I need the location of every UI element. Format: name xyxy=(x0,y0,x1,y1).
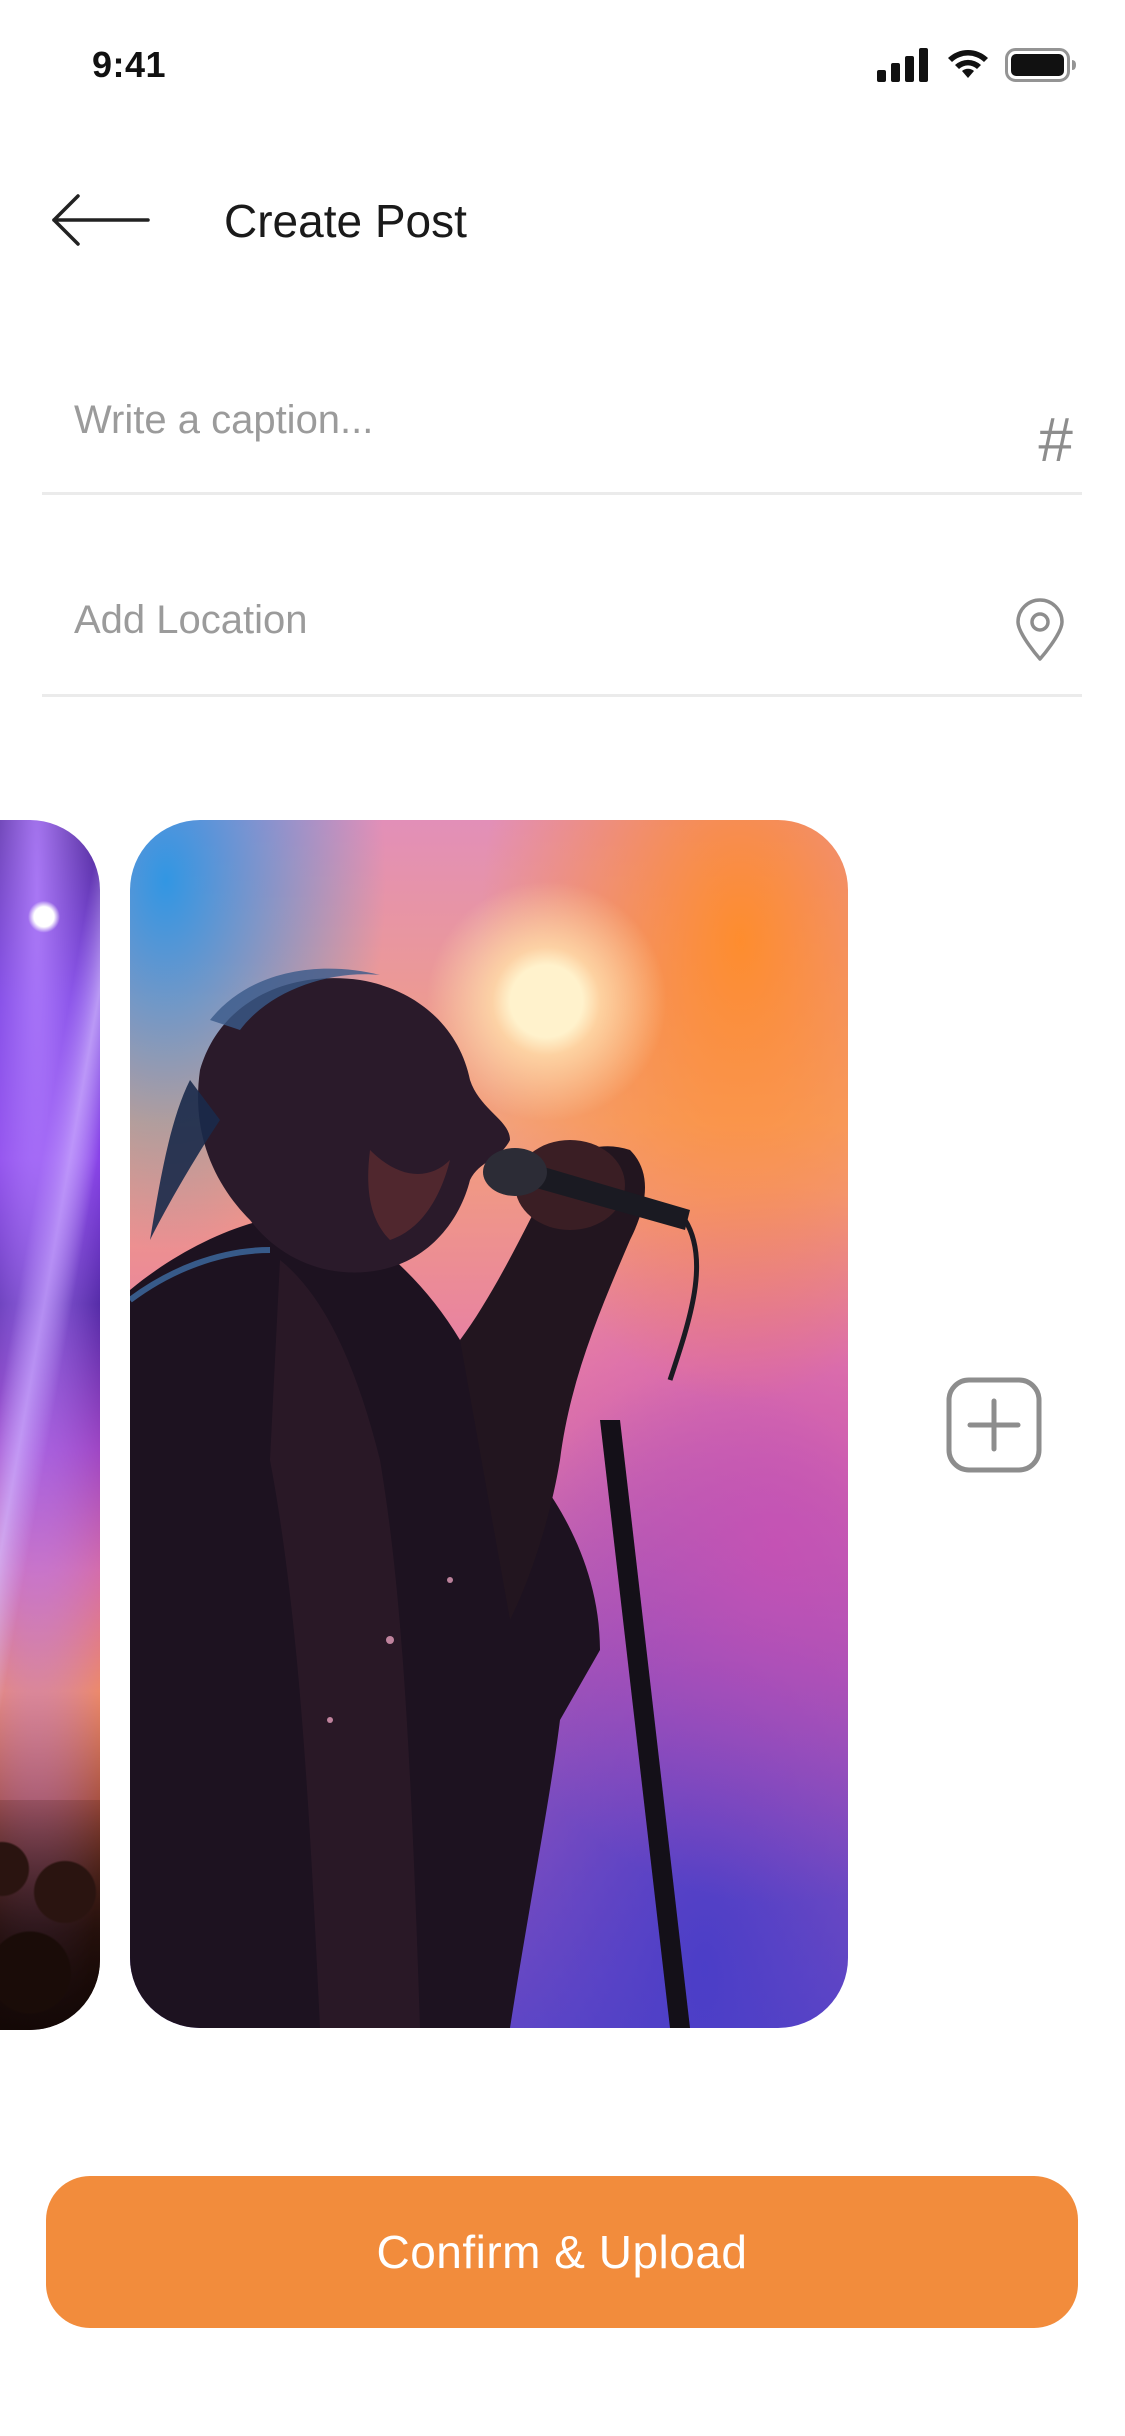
concert-crowd-photo[interactable] xyxy=(0,820,100,2030)
caption-field: # xyxy=(42,372,1082,495)
caption-input[interactable] xyxy=(74,390,954,450)
back-button[interactable] xyxy=(48,190,158,250)
location-input[interactable] xyxy=(74,590,954,650)
singer-silhouette xyxy=(130,968,700,2028)
header: Create Post xyxy=(0,170,1125,270)
status-bar: 9:41 xyxy=(0,0,1125,132)
plus-square-icon[interactable] xyxy=(946,1377,1042,1473)
page-title: Create Post xyxy=(224,195,467,247)
location-field xyxy=(42,572,1082,697)
wifi-icon xyxy=(948,50,988,78)
arrow-left-icon xyxy=(52,194,150,246)
hashtag-icon[interactable]: # xyxy=(1038,410,1072,472)
confirm-upload-button[interactable]: Confirm & Upload xyxy=(46,2176,1078,2328)
create-post-screen: 9:41 Create Post Write a caption... # Ad… xyxy=(0,0,1125,2436)
status-time: 9:41 xyxy=(92,44,167,85)
location-pin-icon[interactable] xyxy=(1014,598,1066,662)
signal-icon xyxy=(877,48,928,82)
status-icons xyxy=(877,48,1077,82)
singer-photo[interactable] xyxy=(130,820,848,2028)
battery-icon xyxy=(1005,48,1076,82)
photo-gallery xyxy=(0,820,1125,2030)
